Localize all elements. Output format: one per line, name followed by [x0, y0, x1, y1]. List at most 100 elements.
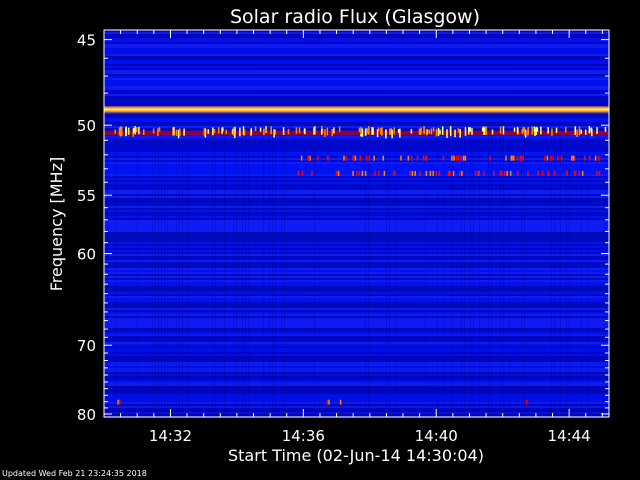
- burst-spike: [389, 128, 391, 135]
- spectrum-column: [158, 130, 159, 417]
- spectrum-stripe: [104, 38, 609, 40]
- emission-spike: [581, 170, 584, 176]
- emission-spike: [300, 155, 303, 161]
- emission-spike: [326, 399, 329, 405]
- emission-spike: [453, 155, 455, 161]
- burst-spike: [516, 126, 519, 134]
- burst-spike: [142, 129, 145, 135]
- emission-spike: [566, 170, 568, 176]
- spectrum-column: [491, 130, 492, 417]
- spectrum-column: [272, 130, 273, 417]
- burst-spike: [590, 127, 592, 133]
- spectrum-stripe: [104, 68, 609, 70]
- burst-spike: [259, 127, 262, 132]
- emission-spike: [452, 170, 455, 176]
- emission-spike: [544, 155, 546, 161]
- spectrum-column: [179, 130, 180, 417]
- burst-spike: [225, 129, 227, 135]
- burst-spike: [439, 129, 441, 135]
- spectrum-column: [488, 130, 489, 417]
- emission-spike: [364, 170, 367, 176]
- burst-spike: [203, 128, 206, 136]
- y-tick-label: 60: [77, 246, 96, 264]
- burst-spike: [287, 129, 290, 135]
- spectrum-column: [509, 130, 510, 417]
- spectrum-column: [161, 130, 162, 417]
- burst-spike: [232, 127, 235, 136]
- emission-spike: [459, 170, 461, 176]
- burst-spike: [263, 128, 265, 135]
- burst-spike: [576, 129, 578, 138]
- burst-spike: [423, 126, 425, 134]
- burst-spike: [157, 128, 159, 137]
- emission-spike: [451, 155, 453, 161]
- burst-spike: [454, 129, 456, 138]
- burst-spike: [326, 127, 329, 136]
- burst-spike: [551, 128, 553, 136]
- emission-spike: [519, 155, 522, 161]
- spectrum-column: [368, 130, 369, 417]
- burst-spike: [393, 127, 395, 135]
- spectrum-column: [269, 130, 270, 417]
- spectrum-stripe: [104, 32, 609, 34]
- burst-spike: [430, 128, 433, 135]
- burst-spike: [437, 127, 440, 136]
- emission-spike: [574, 170, 577, 176]
- spectrum-stripe: [104, 78, 609, 80]
- burst-spike: [536, 127, 539, 132]
- emission-spike: [311, 170, 313, 176]
- spectrum-column: [314, 130, 315, 417]
- burst-spike: [364, 129, 367, 136]
- spectrum-column: [560, 130, 561, 417]
- emission-spike: [589, 155, 591, 161]
- burst-spike: [152, 128, 155, 134]
- spectrum-stripe: [104, 96, 609, 98]
- burst-spike: [254, 126, 257, 132]
- burst-spike: [397, 129, 400, 134]
- emission-spike: [425, 155, 428, 161]
- spectrum-stripe: [104, 114, 609, 116]
- emission-spike: [546, 155, 549, 161]
- spectrum-column: [236, 130, 237, 417]
- burst-spike: [217, 127, 220, 134]
- burst-spike: [435, 128, 438, 137]
- burst-spike: [377, 127, 380, 132]
- burst-spike: [449, 127, 452, 137]
- burst-spike: [580, 129, 582, 134]
- burst-spike: [547, 127, 549, 134]
- burst-spike: [513, 127, 516, 132]
- emission-spike: [572, 155, 575, 161]
- emission-spike: [301, 170, 304, 176]
- burst-spike: [464, 127, 467, 136]
- emission-spike: [359, 155, 362, 161]
- x-tick-label: 14:40: [415, 427, 458, 445]
- spectrum-stripe: [104, 36, 609, 38]
- spectrum-stripe: [104, 56, 609, 58]
- emission-spike: [482, 170, 485, 176]
- emission-spike: [414, 170, 416, 176]
- burst-spike: [138, 126, 140, 135]
- burst-spike: [485, 126, 488, 136]
- spectrum-column: [551, 130, 552, 417]
- emission-spike: [537, 170, 539, 176]
- spectrum-stripe: [104, 120, 609, 122]
- spectrum-stripe: [104, 50, 609, 52]
- spectrum-column: [263, 130, 264, 417]
- burst-spike: [425, 129, 428, 136]
- spectrum-stripe: [104, 104, 609, 106]
- spectrum-stripe: [104, 84, 609, 86]
- y-tick-label: 55: [77, 187, 96, 205]
- spectrum-stripe: [104, 34, 609, 36]
- emission-spike: [419, 170, 421, 176]
- burst-spike: [360, 126, 362, 135]
- spectrum-column: [470, 130, 471, 417]
- burst-spike: [588, 125, 591, 134]
- spectrum-column: [215, 130, 216, 417]
- spectrum-stripe: [104, 62, 609, 64]
- emission-spike: [550, 155, 552, 161]
- burst-spike: [555, 127, 558, 133]
- burst-spike: [420, 127, 422, 134]
- emission-spike: [343, 155, 345, 161]
- spectrum-column: [386, 130, 387, 417]
- burst-spike: [481, 127, 484, 132]
